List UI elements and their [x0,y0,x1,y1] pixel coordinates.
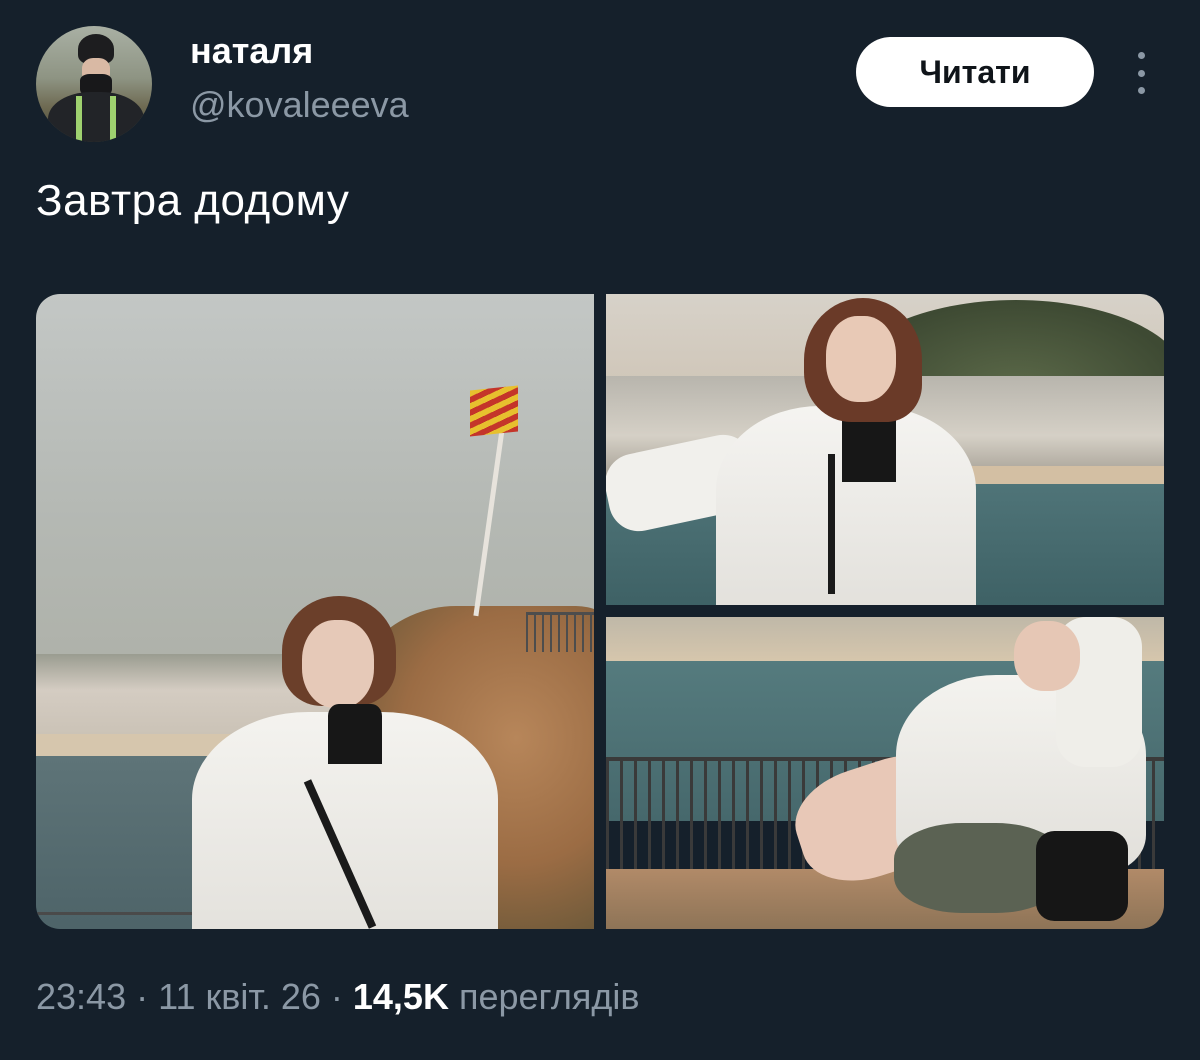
tweet-meta: 23:43 · 11 квіт. 26 · 14,5K переглядів [36,976,640,1018]
follow-button[interactable]: Читати [856,37,1094,107]
person-face [302,620,374,708]
more-dot [1137,69,1145,77]
catalan-flag [470,385,518,437]
bag-strap [828,454,835,594]
photo-2[interactable] [606,294,1164,605]
views-label: переглядів [448,976,640,1017]
more-dot [1137,87,1145,94]
author-avatar[interactable] [36,26,152,142]
views-count[interactable]: 14,5K [353,976,449,1017]
avatar-strap [110,96,116,142]
meta-separator: · [320,976,353,1017]
black-bag [1036,831,1128,921]
author-display-name[interactable]: наталя [190,30,313,72]
avatar-body [48,92,144,142]
person-face [826,316,896,402]
black-top [842,412,896,482]
person-face [1014,621,1080,691]
photo-1[interactable] [36,294,594,929]
railing [526,612,594,652]
tweet-text: Завтра додому [36,176,350,225]
tweet-date[interactable]: 11 квіт. 26 [158,976,321,1017]
author-handle[interactable]: @kovaleeeva [190,84,409,126]
more-vertical-icon[interactable] [1128,52,1154,94]
more-dot [1137,52,1145,59]
meta-separator: · [126,976,159,1017]
railing [36,912,206,922]
black-top [328,704,382,764]
media-grid [36,294,1164,929]
tweet-time[interactable]: 23:43 [36,976,126,1017]
photo-3[interactable] [606,617,1164,929]
avatar-strap [76,96,82,142]
